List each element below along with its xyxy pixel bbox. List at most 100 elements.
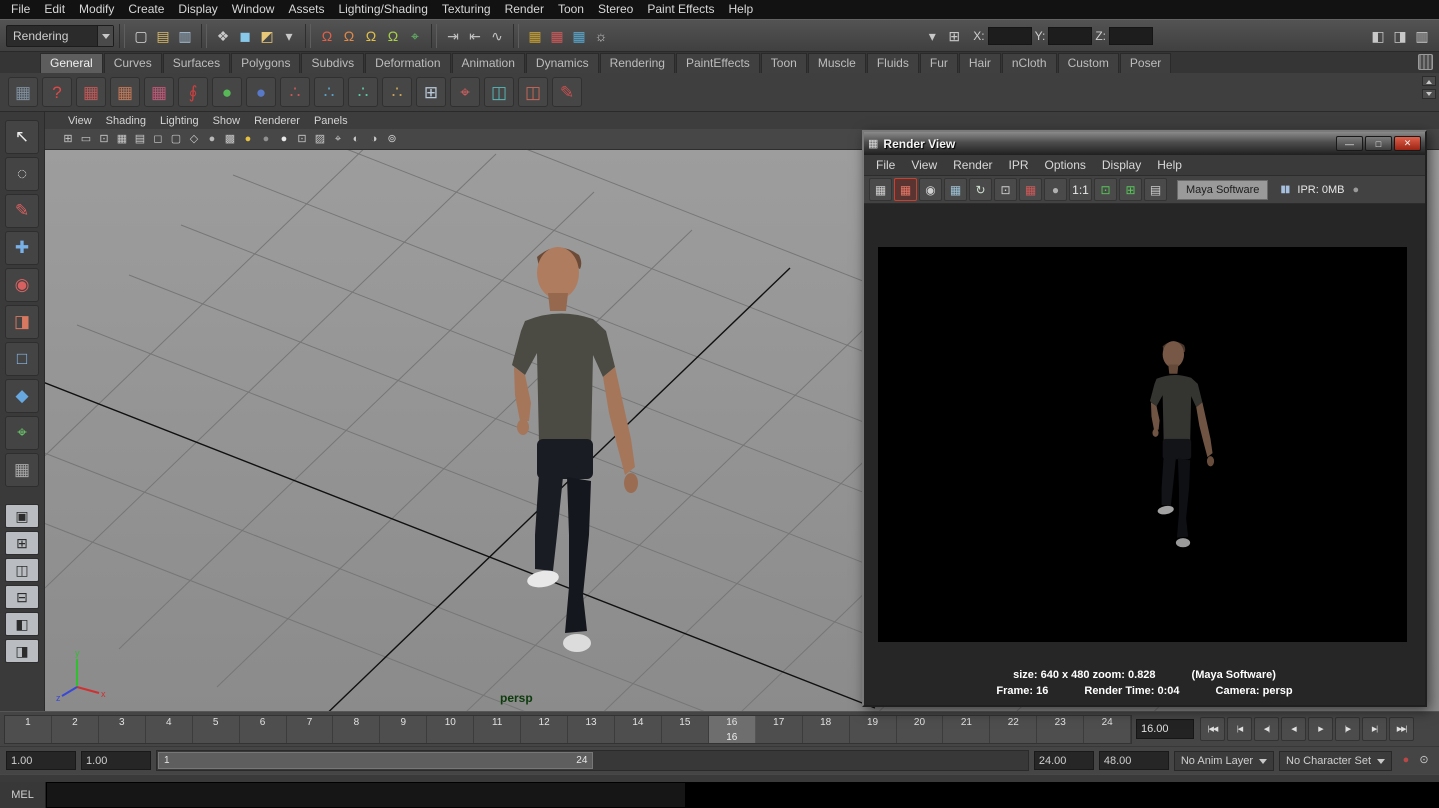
shelf-tab[interactable]: Deformation xyxy=(365,53,450,73)
timeline-frame-cell[interactable]: 13 13 xyxy=(568,716,615,743)
x-coordinate-field[interactable] xyxy=(988,27,1032,45)
y-coordinate-field[interactable] xyxy=(1048,27,1092,45)
viewport-menu-item[interactable]: Shading xyxy=(99,115,153,127)
timeline-frame-cell[interactable]: 15 15 xyxy=(662,716,709,743)
shelf-tab[interactable]: Muscle xyxy=(808,53,866,73)
constraint-pin-icon[interactable]: ⌖ xyxy=(450,77,480,107)
move-tool[interactable]: ✚ xyxy=(5,231,39,265)
anim-layer-dropdown[interactable]: No Anim Layer xyxy=(1174,751,1274,771)
shelf-tab[interactable]: Poser xyxy=(1120,53,1171,73)
show-tool-settings-icon[interactable]: ◨ xyxy=(1389,25,1411,47)
gamma-icon[interactable]: ◑ xyxy=(365,131,383,148)
viewport-menu-item[interactable]: Show xyxy=(206,115,248,127)
range-slider-track[interactable]: 1 24 xyxy=(156,750,1029,771)
hypershade-icon[interactable]: ● xyxy=(212,77,242,107)
timeline-frame-cell[interactable]: 16 16 xyxy=(709,716,756,743)
menubar-item[interactable]: Paint Effects xyxy=(640,0,721,19)
xray-display-icon[interactable]: ▨ xyxy=(311,131,329,148)
menu-mode-selector[interactable]: Rendering xyxy=(6,25,114,47)
exposure-icon[interactable]: ◐ xyxy=(347,131,365,148)
save-scene-icon[interactable]: ▥ xyxy=(174,25,196,47)
pause-ipr-icon[interactable]: ▮▮ xyxy=(1280,184,1289,195)
universal-manipulator-tool[interactable]: □ xyxy=(5,342,39,376)
texture-network-icon[interactable]: ∴ xyxy=(314,77,344,107)
new-scene-icon[interactable]: ▢ xyxy=(130,25,152,47)
menubar-item[interactable]: Window xyxy=(225,0,282,19)
render-view-menu-item[interactable]: View xyxy=(903,158,945,172)
timeline-frame-cell[interactable]: 24 24 xyxy=(1084,716,1131,743)
character-model[interactable] xyxy=(465,235,685,675)
close-button[interactable]: ✕ xyxy=(1394,136,1421,151)
go-to-playback-end-button[interactable]: ▶▶| xyxy=(1389,717,1414,741)
select-by-hierarchy-icon[interactable]: ❖ xyxy=(212,25,234,47)
attribute-spreadsheet-icon[interactable]: ⊞ xyxy=(416,77,446,107)
use-all-lights-icon[interactable]: ● xyxy=(239,131,257,148)
renderer-selector[interactable]: Maya Software xyxy=(1177,180,1268,200)
snap-to-curve-icon[interactable]: Ω xyxy=(338,25,360,47)
command-language-label[interactable]: MEL xyxy=(0,782,46,808)
shelf-tab[interactable]: Curves xyxy=(104,53,162,73)
timeline-frame-cell[interactable]: 18 18 xyxy=(803,716,850,743)
timeline-frame-cell[interactable]: 5 5 xyxy=(193,716,240,743)
timeline-frame-cell[interactable]: 2 2 xyxy=(52,716,99,743)
character-set-dropdown[interactable]: No Character Set xyxy=(1279,751,1392,771)
shelf-tab[interactable]: Rendering xyxy=(600,53,675,73)
rotate-tool[interactable]: ◉ xyxy=(5,268,39,302)
render-view-menu-item[interactable]: Help xyxy=(1149,158,1190,172)
smooth-shade-display-icon[interactable]: ● xyxy=(203,131,221,148)
shelf-tab[interactable]: Fur xyxy=(920,53,958,73)
rv-render-region-icon[interactable]: ⊡ xyxy=(994,178,1017,201)
render-view-menu-item[interactable]: File xyxy=(868,158,903,172)
menubar-item[interactable]: Lighting/Shading xyxy=(331,0,434,19)
shelf-tab[interactable]: Toon xyxy=(761,53,807,73)
joint-xray-icon[interactable]: ⌖ xyxy=(329,131,347,148)
screen-space-ao-icon[interactable]: ● xyxy=(275,131,293,148)
show-manipulator-tool[interactable]: ⌖ xyxy=(5,416,39,450)
step-back-frame-button[interactable]: |◀ xyxy=(1227,717,1252,741)
rv-alpha-channel-icon[interactable]: ● xyxy=(1044,178,1067,201)
field-chart-icon[interactable]: ▤ xyxy=(131,131,149,148)
paint-effects-panel-icon[interactable]: ∮ xyxy=(178,77,208,107)
layout-four-pane-button[interactable]: ⊞ xyxy=(5,531,39,555)
soft-modification-tool[interactable]: ◆ xyxy=(5,379,39,413)
safe-title-icon[interactable]: ▢ xyxy=(167,131,185,148)
render-view-menu-item[interactable]: Options xyxy=(1037,158,1094,172)
batch-render-shelf-icon[interactable]: ▦ xyxy=(144,77,174,107)
ipr-render-current-frame-icon[interactable]: ▦ xyxy=(568,25,590,47)
shelf-tab[interactable]: Dynamics xyxy=(526,53,599,73)
layout-persp-outliner-button[interactable]: ◨ xyxy=(5,639,39,663)
trash-icon[interactable] xyxy=(1418,54,1433,70)
container-icon[interactable]: ◫ xyxy=(484,77,514,107)
snap-to-point-icon[interactable]: Ω xyxy=(360,25,382,47)
open-render-view-icon[interactable]: ▦ xyxy=(524,25,546,47)
timeline-frame-cell[interactable]: 7 7 xyxy=(287,716,334,743)
selection-mask-dropdown-icon[interactable]: ▾ xyxy=(278,25,300,47)
rv-ipr-render-icon[interactable]: ▦ xyxy=(944,178,967,201)
render-current-frame-shelf-icon[interactable]: ▦ xyxy=(76,77,106,107)
gate-mask-icon[interactable]: ▦ xyxy=(113,131,131,148)
timeline-frame-cell[interactable]: 12 12 xyxy=(521,716,568,743)
menubar-item[interactable]: Create xyxy=(121,0,171,19)
snap-to-grid-icon[interactable]: Ω xyxy=(316,25,338,47)
layout-two-pane-stacked-button[interactable]: ⊟ xyxy=(5,585,39,609)
menubar-item[interactable]: Edit xyxy=(37,0,72,19)
shading-network-icon[interactable]: ∴ xyxy=(280,77,310,107)
paint-brush-icon[interactable]: ✎ xyxy=(552,77,582,107)
render-image-canvas[interactable] xyxy=(878,247,1407,642)
make-object-live-icon[interactable]: ⌖ xyxy=(404,25,426,47)
render-view-menu-item[interactable]: Render xyxy=(945,158,1000,172)
wireframe-display-icon[interactable]: ◇ xyxy=(185,131,203,148)
shelf-tab[interactable]: Custom xyxy=(1058,53,1119,73)
safe-action-icon[interactable]: ◻ xyxy=(149,131,167,148)
light-network-icon[interactable]: ∴ xyxy=(382,77,412,107)
command-input-field[interactable] xyxy=(46,782,686,808)
animation-start-field[interactable] xyxy=(6,751,76,770)
paint-select-tool[interactable]: ✎ xyxy=(5,194,39,228)
lasso-select-tool[interactable]: ◌ xyxy=(5,157,39,191)
timeline-frame-cell[interactable]: 6 6 xyxy=(240,716,287,743)
output-connections-icon[interactable]: ⇤ xyxy=(464,25,486,47)
rv-redo-previous-render-icon[interactable]: ▦ xyxy=(894,178,917,201)
playback-range-bar[interactable]: 1 24 xyxy=(158,752,593,769)
snap-to-view-plane-icon[interactable]: Ω xyxy=(382,25,404,47)
shadows-display-icon[interactable]: ● xyxy=(257,131,275,148)
